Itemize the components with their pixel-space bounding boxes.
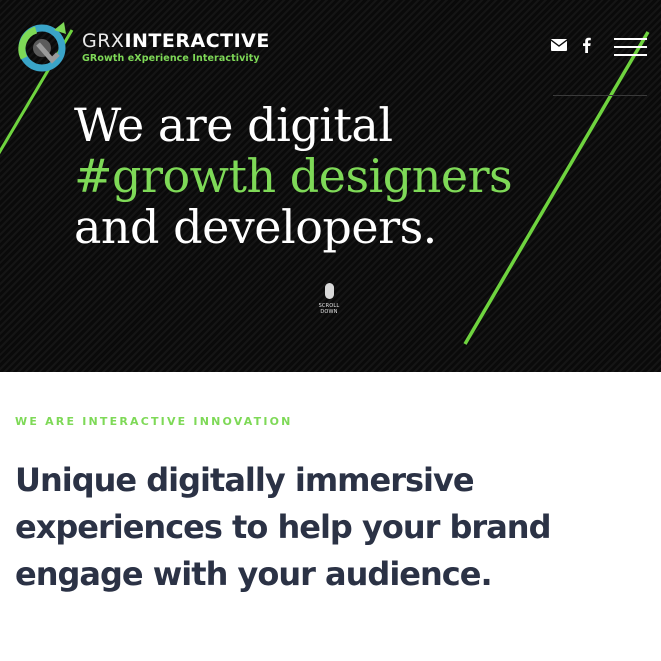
logo-tagline: GRowth eXperience Interactivity: [82, 53, 260, 64]
scroll-down-label: SCROLL DOWN: [318, 303, 340, 315]
section-heading: Unique digitally immersive experiences t…: [15, 457, 635, 598]
section-eyebrow: WE ARE INTERACTIVE INNOVATION: [15, 415, 293, 428]
menu-icon[interactable]: [614, 38, 647, 60]
logo-title-bold: INTERACTIVE: [124, 30, 270, 52]
mouse-icon: [324, 283, 334, 299]
intro-section: WE ARE INTERACTIVE INNOVATION Unique dig…: [0, 372, 661, 661]
envelope-icon[interactable]: [551, 37, 567, 53]
hero-section: GRXINTERACTIVE GRowth eXperience Interac…: [0, 0, 661, 372]
logo-title: GRXINTERACTIVE: [82, 30, 270, 52]
social-links: [551, 36, 595, 54]
facebook-icon[interactable]: [579, 37, 595, 53]
headline-line-2: #growth designers: [74, 149, 513, 203]
logo-mark-icon: [18, 22, 66, 72]
headline-line-3: and developers.: [74, 200, 437, 254]
logo-title-light: GRX: [82, 30, 125, 52]
hero-headline: We are digital #growth designers and dev…: [74, 100, 594, 253]
scroll-down-indicator[interactable]: SCROLL DOWN: [310, 283, 348, 323]
site-logo[interactable]: GRXINTERACTIVE GRowth eXperience Interac…: [14, 18, 276, 76]
section-heading-line-1: Unique digitally immersive: [15, 461, 475, 499]
section-heading-line-2: experiences to help your brand: [15, 508, 551, 546]
headline-line-1: We are digital: [74, 98, 393, 152]
nav-divider: [553, 95, 647, 96]
section-heading-line-3: engage with your audience.: [15, 555, 493, 593]
